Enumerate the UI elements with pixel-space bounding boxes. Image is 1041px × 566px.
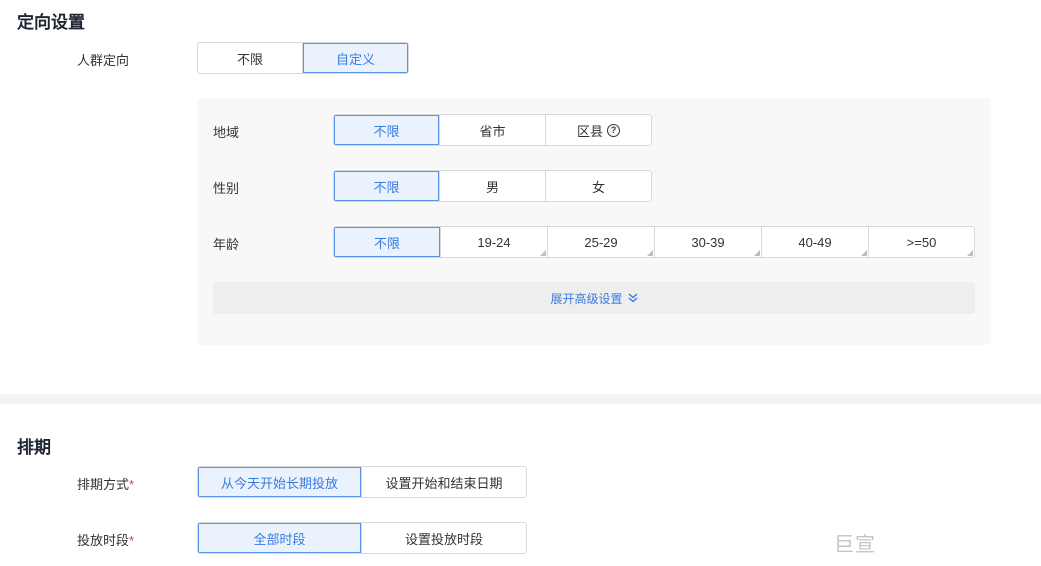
age-option-30-39[interactable]: 30-39 (655, 227, 762, 257)
region-selector: 不限 省市 区县 ? (333, 114, 652, 146)
required-mark: * (129, 533, 135, 548)
crowd-option-custom[interactable]: 自定义 (303, 43, 408, 73)
age-option-50-plus-label: >=50 (906, 234, 937, 250)
corner-marker (540, 250, 546, 256)
question-circle-icon[interactable]: ? (607, 123, 620, 137)
schedule-mode-selector: 从今天开始长期投放 设置开始和结束日期 (197, 466, 527, 498)
age-option-19-24-label: 19-24 (477, 234, 511, 250)
schedule-mode-date-range[interactable]: 设置开始和结束日期 (362, 467, 526, 497)
age-option-19-24[interactable]: 19-24 (441, 227, 548, 257)
schedule-mode-label-text: 排期方式 (77, 477, 130, 492)
age-option-25-29[interactable]: 25-29 (548, 227, 655, 257)
gender-label: 性别 (213, 181, 240, 196)
targeting-section-title: 定向设置 (17, 13, 85, 32)
delivery-time-all[interactable]: 全部时段 (198, 523, 362, 553)
corner-marker (861, 250, 867, 256)
schedule-mode-label: 排期方式* (77, 474, 134, 493)
delivery-time-selector: 全部时段 设置投放时段 (197, 522, 527, 554)
corner-marker (967, 250, 973, 256)
age-option-50-plus[interactable]: >=50 (869, 227, 974, 257)
gender-option-female[interactable]: 女 (546, 171, 651, 201)
corner-marker (754, 250, 760, 256)
expand-advanced-settings-button[interactable]: 展开高级设置 (213, 282, 975, 314)
age-option-30-39-label: 30-39 (691, 234, 725, 250)
gender-option-unlimited[interactable]: 不限 (334, 171, 440, 201)
watermark: 巨宣 (834, 534, 876, 556)
region-option-district[interactable]: 区县 ? (546, 115, 651, 145)
delivery-time-label-text: 投放时段 (77, 533, 130, 548)
age-option-unlimited[interactable]: 不限 (334, 227, 441, 257)
schedule-section-title: 排期 (17, 438, 51, 457)
schedule-mode-long-term[interactable]: 从今天开始长期投放 (198, 467, 362, 497)
crowd-targeting-selector: 不限 自定义 (197, 42, 409, 74)
corner-marker (647, 250, 653, 256)
region-option-district-label: 区县 (576, 123, 603, 139)
delivery-time-custom[interactable]: 设置投放时段 (362, 523, 526, 553)
age-option-40-49[interactable]: 40-49 (762, 227, 869, 257)
crowd-option-unlimited[interactable]: 不限 (198, 43, 303, 73)
section-divider (0, 394, 1041, 404)
delivery-time-label: 投放时段* (77, 530, 134, 549)
region-label: 地域 (213, 125, 240, 140)
expand-advanced-settings-label: 展开高级设置 (550, 291, 623, 306)
region-option-province-city[interactable]: 省市 (440, 115, 546, 145)
age-option-40-49-label: 40-49 (798, 234, 832, 250)
age-option-25-29-label: 25-29 (584, 234, 618, 250)
double-chevron-down-icon (628, 293, 637, 303)
gender-option-male[interactable]: 男 (440, 171, 546, 201)
age-selector: 不限 19-24 25-29 30-39 40-49 >=50 (333, 226, 975, 258)
region-option-unlimited[interactable]: 不限 (334, 115, 440, 145)
crowd-targeting-label: 人群定向 (77, 53, 130, 68)
required-mark: * (129, 477, 135, 492)
age-label: 年龄 (213, 237, 240, 252)
gender-selector: 不限 男 女 (333, 170, 652, 202)
